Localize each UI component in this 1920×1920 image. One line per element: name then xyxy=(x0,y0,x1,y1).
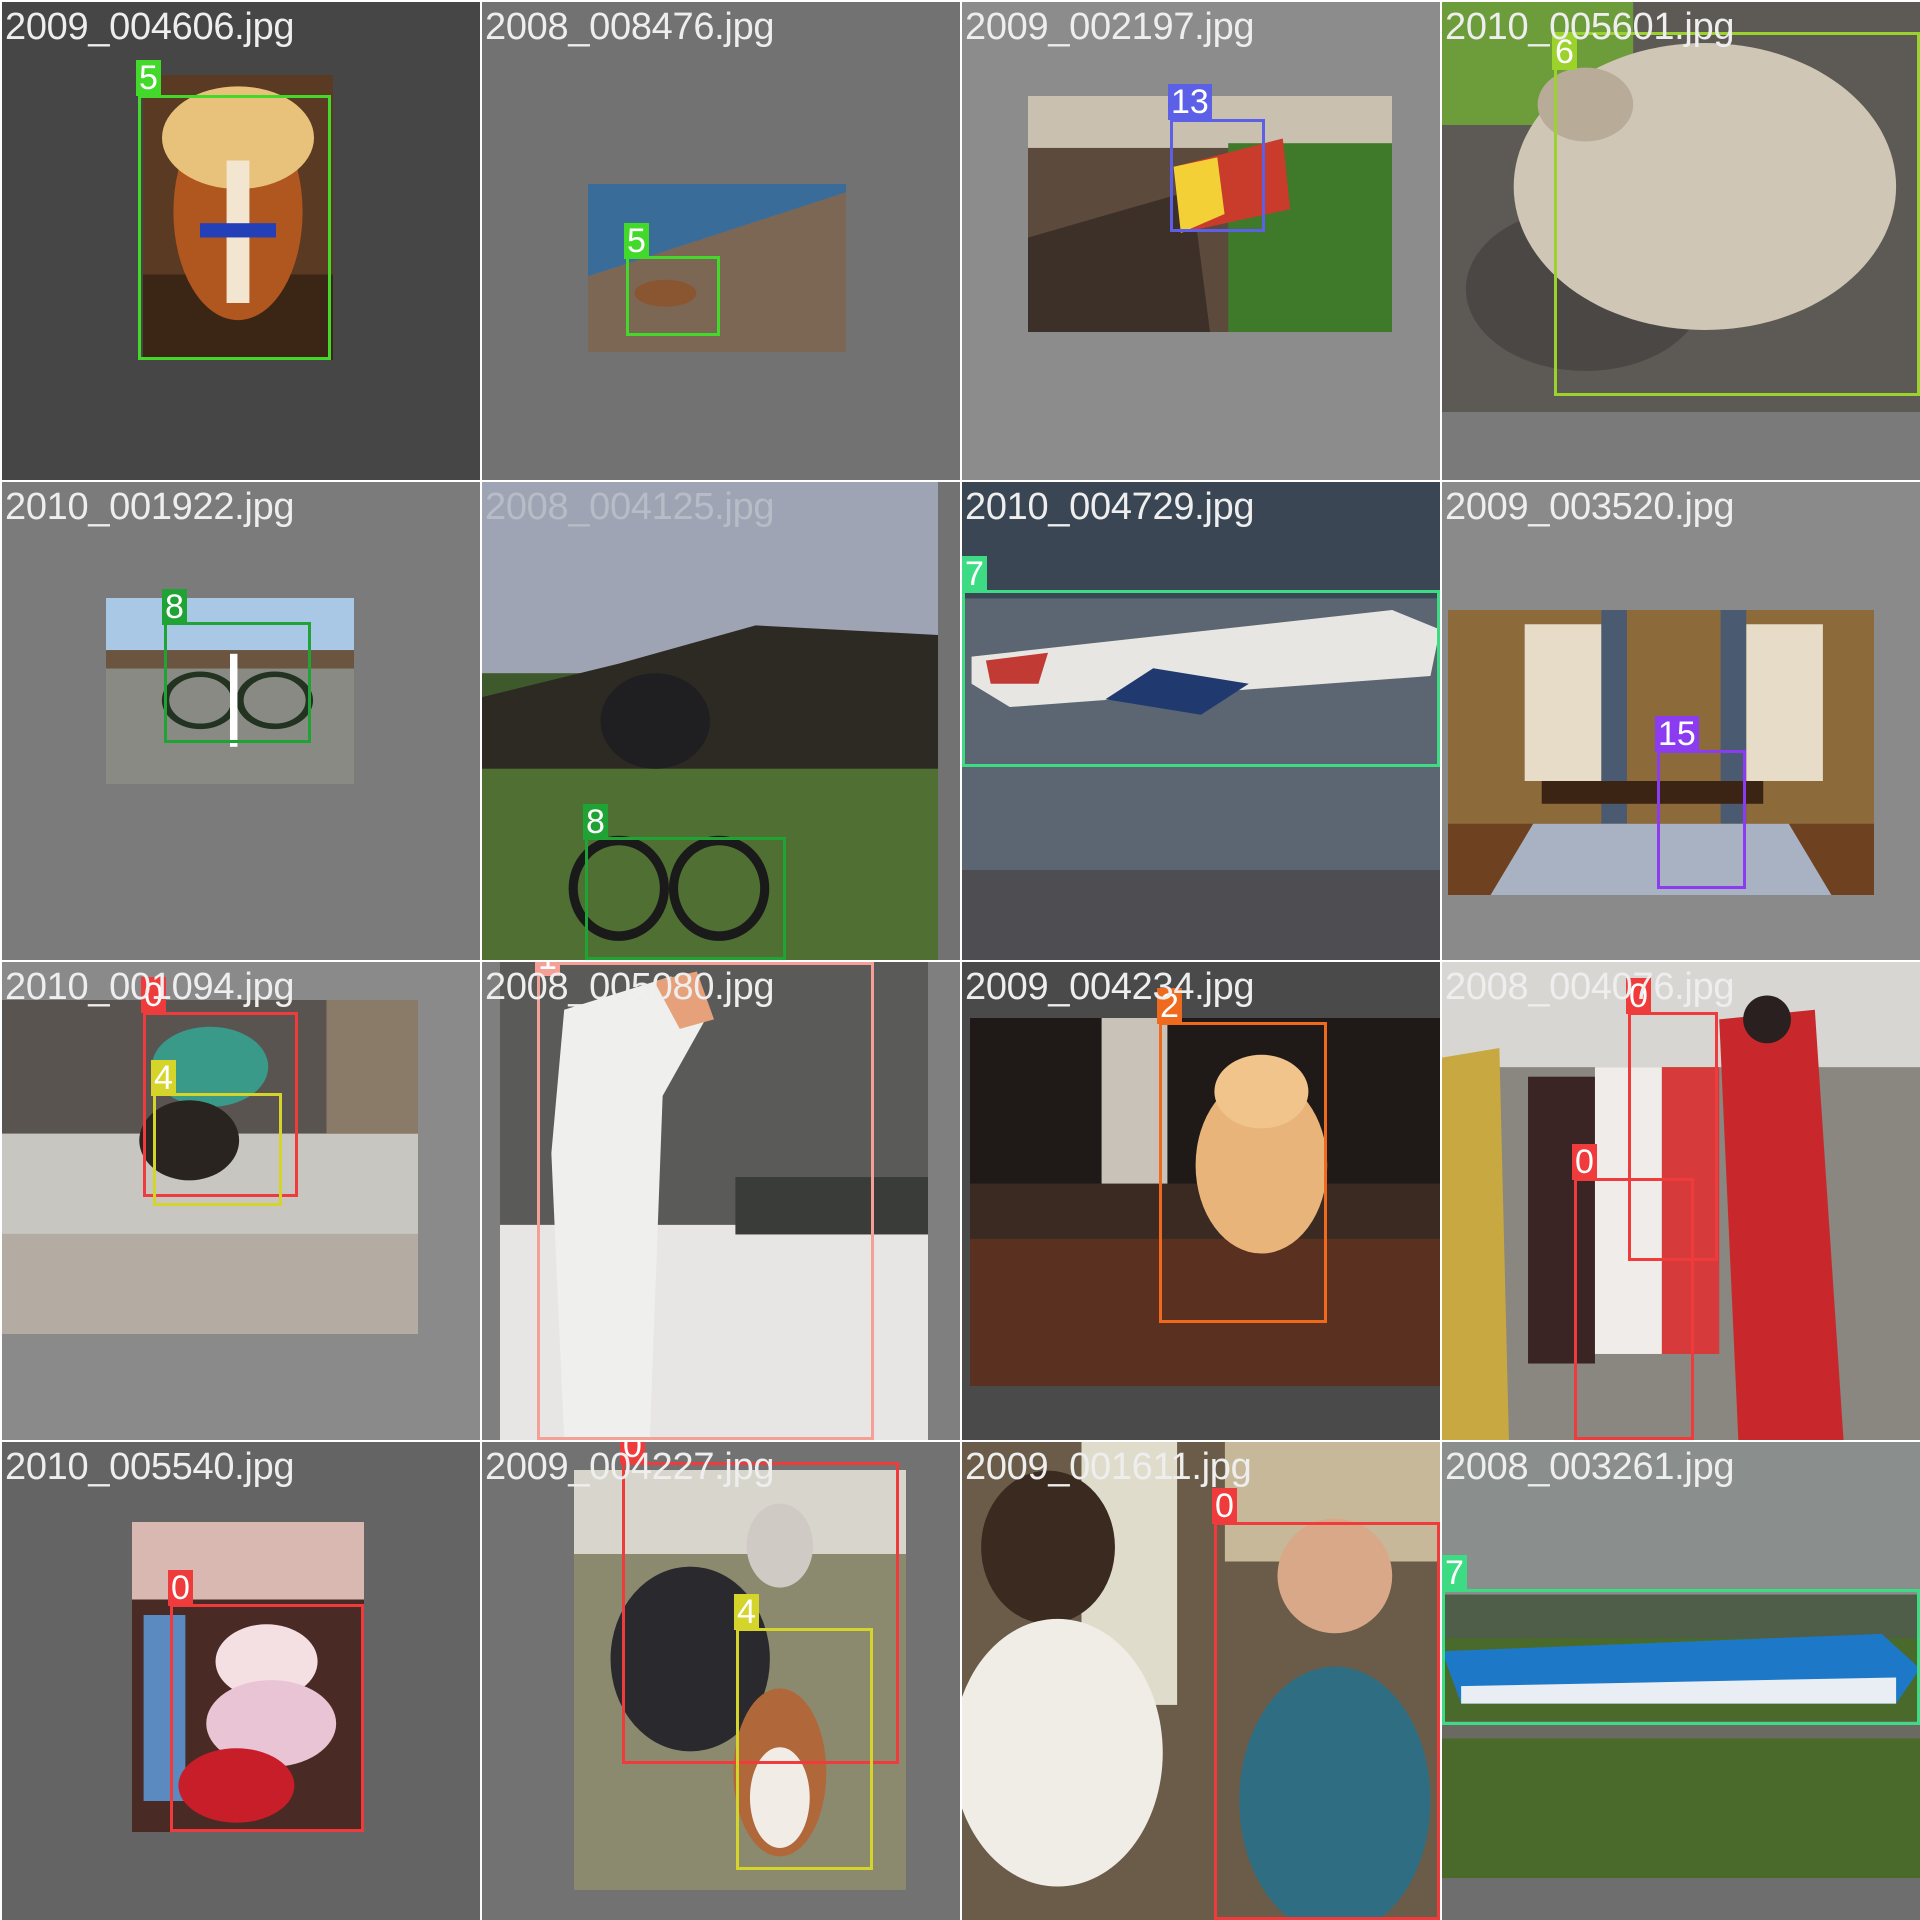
bounding-box xyxy=(164,622,311,743)
filename-label: 2010_001922.jpg xyxy=(5,486,295,528)
tile: 0 4 2009_004227.jpg xyxy=(482,1442,960,1920)
tile: 0 4 2010_001094.jpg xyxy=(2,962,480,1440)
bounding-box xyxy=(153,1093,282,1206)
class-label: 13 xyxy=(1168,84,1212,120)
tile: 7 2008_003261.jpg xyxy=(1442,1442,1920,1920)
filename-label: 2010_005540.jpg xyxy=(5,1446,295,1488)
class-label: 7 xyxy=(962,556,987,592)
bounding-box xyxy=(626,256,720,336)
bounding-box xyxy=(585,837,786,960)
filename-label: 2008_003261.jpg xyxy=(1445,1446,1735,1488)
tile: 1 2008_005080.jpg xyxy=(482,962,960,1440)
tile: 8 2010_001922.jpg xyxy=(2,482,480,960)
mosaic-grid: 5 2009_004606.jpg 5 2008_008476.jpg 13 2… xyxy=(0,0,1920,1920)
bounding-box xyxy=(1554,32,1920,396)
filename-label: 2008_004076.jpg xyxy=(1445,966,1735,1008)
tile: 7 2010_004729.jpg xyxy=(962,482,1440,960)
tile: 6 2010_005601.jpg xyxy=(1442,2,1920,480)
filename-label: 2010_004729.jpg xyxy=(965,486,1255,528)
filename-label: 2009_004234.jpg xyxy=(965,966,1255,1008)
bounding-box xyxy=(1170,119,1265,232)
bounding-box xyxy=(1657,750,1746,889)
filename-label: 2008_005080.jpg xyxy=(485,966,775,1008)
tile: 13 2009_002197.jpg xyxy=(962,2,1440,480)
tile: 0 0 2008_004076.jpg xyxy=(1442,962,1920,1440)
class-label: 0 xyxy=(1212,1488,1237,1524)
class-label: 7 xyxy=(1442,1555,1467,1591)
tile: 5 2008_008476.jpg xyxy=(482,2,960,480)
filename-label: 2008_008476.jpg xyxy=(485,6,775,48)
bounding-box xyxy=(537,962,874,1440)
tile: 5 2009_004606.jpg xyxy=(2,2,480,480)
filename-label: 2009_004606.jpg xyxy=(5,6,295,48)
tile: 15 2009_003520.jpg xyxy=(1442,482,1920,960)
tile: 0 2010_005540.jpg xyxy=(2,1442,480,1920)
class-label: 0 xyxy=(1572,1144,1597,1180)
bounding-box xyxy=(138,95,331,360)
filename-label: 2010_005601.jpg xyxy=(1445,6,1735,48)
filename-label: 2009_001611.jpg xyxy=(965,1446,1252,1488)
filename-label: 2008_004125.jpg xyxy=(485,486,775,528)
class-label: 4 xyxy=(734,1594,759,1630)
filename-label: 2009_002197.jpg xyxy=(965,6,1255,48)
filename-label: 2009_004227.jpg xyxy=(485,1446,775,1488)
tile: 0 2009_001611.jpg xyxy=(962,1442,1440,1920)
bounding-box xyxy=(170,1604,364,1832)
bounding-box xyxy=(1442,1589,1920,1725)
bounding-box xyxy=(1159,1022,1327,1323)
bounding-box xyxy=(962,590,1440,767)
class-label: 15 xyxy=(1655,716,1699,752)
class-label: 5 xyxy=(624,223,649,259)
class-label: 8 xyxy=(583,804,608,840)
filename-label: 2009_003520.jpg xyxy=(1445,486,1735,528)
class-label: 0 xyxy=(168,1570,193,1606)
class-label: 5 xyxy=(136,60,161,96)
tile: 2 2009_004234.jpg xyxy=(962,962,1440,1440)
tile: 8 2008_004125.jpg xyxy=(482,482,960,960)
class-label: 4 xyxy=(151,1060,176,1096)
bounding-box xyxy=(1214,1522,1440,1920)
filename-label: 2010_001094.jpg xyxy=(5,966,295,1008)
bounding-box xyxy=(1574,1178,1694,1440)
class-label: 8 xyxy=(162,589,187,625)
bounding-box xyxy=(736,1628,873,1870)
